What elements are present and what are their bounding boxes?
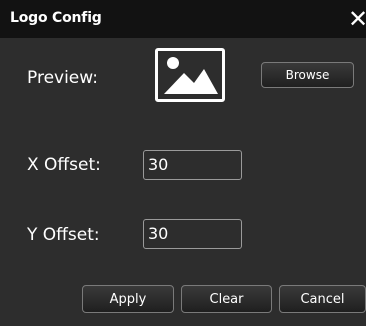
image-icon [164,57,218,94]
preview-label: Preview: [27,68,98,88]
apply-button[interactable]: Apply [82,285,174,313]
clear-button[interactable]: Clear [181,285,272,313]
close-icon[interactable]: ✕ [348,6,366,32]
y-offset-label: Y Offset: [27,225,100,245]
y-offset-field[interactable]: 30 [143,219,242,249]
cancel-button[interactable]: Cancel [279,285,366,313]
logo-config-dialog: Logo Config ✕ Preview: Browse X Offset: … [0,0,366,326]
x-offset-label: X Offset: [27,155,101,175]
browse-button[interactable]: Browse [261,62,354,88]
logo-preview [155,48,225,102]
dialog-title: Logo Config [10,10,102,26]
title-bar: Logo Config ✕ [0,0,366,38]
x-offset-field[interactable]: 30 [143,150,242,180]
